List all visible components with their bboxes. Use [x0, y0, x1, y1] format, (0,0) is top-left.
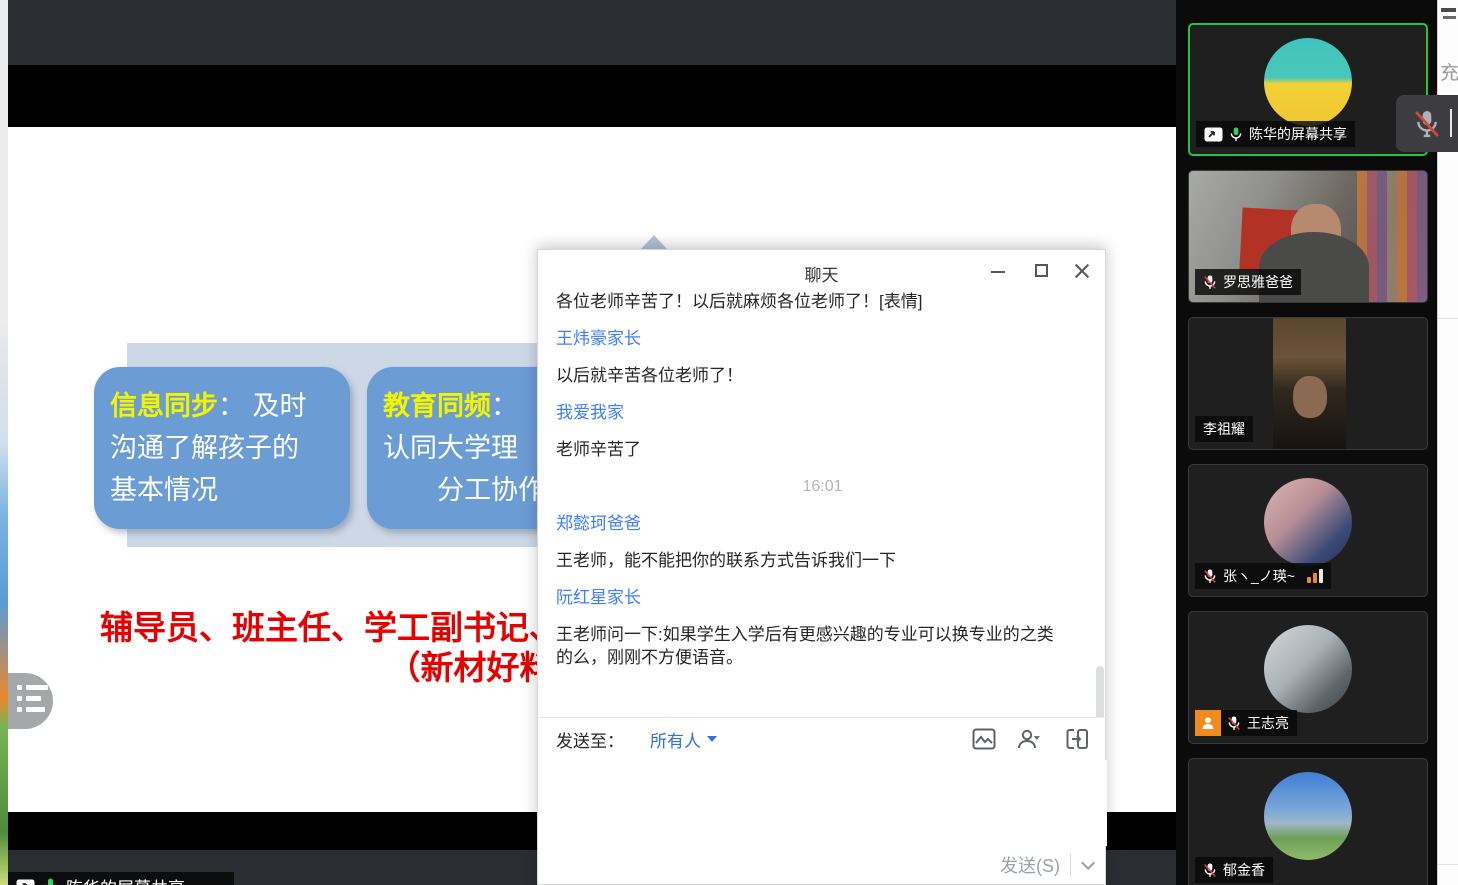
- person-dropdown-icon[interactable]: [1016, 728, 1046, 750]
- chat-timestamp: 16:01: [556, 475, 1089, 498]
- chat-input[interactable]: [538, 760, 1107, 846]
- participant-tile[interactable]: 陈华的屏幕共享: [1188, 23, 1428, 156]
- meeting-app-window: 信息同步： 及时 沟通了解孩子的 基本情况 教育同频： 认同大学理 分工协作 辅…: [0, 0, 1458, 885]
- logo-icon: [1441, 8, 1456, 12]
- letterbox-top: [8, 65, 1176, 127]
- chat-toolbar: 发送至： 所有人: [538, 718, 1107, 760]
- avatar: [1264, 478, 1352, 566]
- chat-scrollbar[interactable]: [1096, 666, 1104, 717]
- slide-box-title: 信息同步: [110, 391, 218, 421]
- image-icon[interactable]: [972, 728, 996, 750]
- mic-icon: [1229, 126, 1243, 143]
- mic-slash-icon: [1203, 568, 1217, 585]
- participant-name: 张ヽ_ノ瑛~: [1223, 566, 1295, 586]
- participant-tile[interactable]: 张ヽ_ノ瑛~: [1188, 464, 1428, 597]
- slide-pointer-shape: [640, 235, 668, 250]
- mute-toggle-button[interactable]: [1396, 95, 1458, 152]
- chat-message: 以后就辛苦各位老师了！: [556, 364, 1061, 387]
- chat-message: 王老师问一下:如果学生入学后有更感兴趣的专业可以换专业的之类的么，刚刚不方便语音…: [556, 623, 1061, 669]
- mic-slash-icon: [1227, 715, 1241, 732]
- chat-message: 各位老师辛苦了！以后就麻烦各位老师了！[表情]: [556, 290, 1061, 313]
- chat-sender: 王炜豪家长: [556, 327, 1061, 350]
- participant-name: 李祖耀: [1203, 419, 1245, 439]
- participant-name: 陈华的屏幕共享: [1249, 124, 1347, 144]
- slide-box-title: 教育同频: [383, 391, 491, 421]
- divider: [1070, 854, 1071, 876]
- send-to-label: 发送至：: [556, 727, 624, 752]
- chat-sender: 我爱我家: [556, 401, 1061, 424]
- divider: [1450, 109, 1452, 137]
- chat-message: 老师辛苦了: [556, 438, 1061, 461]
- minimize-button[interactable]: [987, 260, 1009, 282]
- send-to-dropdown[interactable]: 所有人: [650, 727, 701, 752]
- participant-tile[interactable]: 王志亮: [1188, 611, 1428, 744]
- popout-icon[interactable]: [1066, 728, 1089, 750]
- close-icon[interactable]: [1071, 260, 1093, 282]
- mic-slash-icon: [1203, 862, 1217, 879]
- slide-box-info-sync: 信息同步： 及时 沟通了解孩子的 基本情况: [94, 367, 350, 529]
- participant-video: [1273, 318, 1346, 449]
- chat-titlebar[interactable]: 聊天: [538, 250, 1105, 290]
- avatar: [1264, 772, 1352, 860]
- participant-name: 郁金香: [1223, 860, 1265, 880]
- mic-slash-icon: [1414, 109, 1440, 139]
- participant-tile[interactable]: 罗思雅爸爸: [1188, 170, 1428, 303]
- sharing-status-label: 陈华的屏幕共享: [8, 872, 234, 885]
- chat-window: 聊天 各位老师辛苦了！以后就麻烦各位老师了！[表情] 王炜豪家长 以后就辛苦各位…: [537, 249, 1106, 885]
- chat-sender: 阮红星家长: [556, 586, 1061, 609]
- maximize-button[interactable]: [1031, 260, 1053, 282]
- screen-share-arrow-icon: [16, 879, 35, 885]
- participant-name: 王志亮: [1247, 713, 1289, 733]
- mic-slash-icon: [1203, 274, 1217, 291]
- signal-bars-icon: [1307, 569, 1323, 583]
- chevron-down-icon[interactable]: [707, 736, 717, 742]
- participant-name: 罗思雅爸爸: [1223, 272, 1293, 292]
- chat-message: 王老师，能不能把你的联系方式告诉我们一下: [556, 549, 1061, 572]
- chevron-down-icon[interactable]: [1081, 856, 1095, 870]
- person-badge-icon: [1195, 710, 1221, 736]
- avatar: [1264, 625, 1352, 713]
- chat-message-list[interactable]: 各位老师辛苦了！以后就麻烦各位老师了！[表情] 王炜豪家长 以后就辛苦各位老师了…: [538, 290, 1107, 717]
- participant-tile[interactable]: 李祖耀: [1188, 317, 1428, 450]
- chat-sender: 郑懿珂爸爸: [556, 512, 1061, 535]
- send-button[interactable]: 发送(S): [1000, 852, 1060, 878]
- screen-share-arrow-icon: [1204, 127, 1223, 142]
- edge-window-text: 充: [1440, 58, 1458, 85]
- desktop-edge-sliver: [0, 0, 8, 885]
- logo-icon: [1443, 16, 1456, 19]
- participant-tile[interactable]: 郁金香: [1188, 758, 1428, 885]
- mic-icon: [43, 877, 58, 885]
- avatar: [1264, 38, 1352, 126]
- chat-window-title: 聊天: [538, 261, 1105, 286]
